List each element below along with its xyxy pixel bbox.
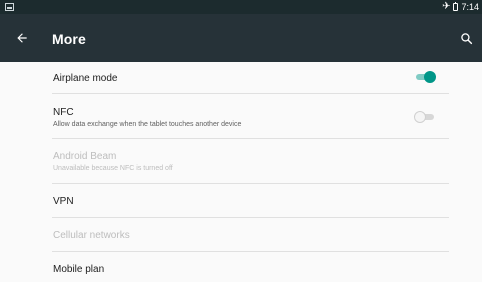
back-button[interactable] bbox=[12, 28, 32, 48]
vpn-row[interactable]: VPN bbox=[52, 185, 449, 218]
nfc-summary: Allow data exchange when the tablet touc… bbox=[53, 121, 242, 128]
cellular-networks-title: Cellular networks bbox=[53, 230, 130, 241]
airplane-icon: ✈ bbox=[442, 1, 451, 12]
status-time: 7:14 bbox=[461, 2, 479, 12]
status-bar: ✈ 7:14 bbox=[0, 0, 482, 14]
switch-thumb bbox=[424, 71, 436, 83]
vpn-title: VPN bbox=[53, 196, 74, 207]
android-beam-summary: Unavailable because NFC is turned off bbox=[53, 165, 173, 172]
airplane-mode-title: Airplane mode bbox=[53, 73, 118, 84]
android-beam-title: Android Beam bbox=[53, 151, 117, 162]
search-icon bbox=[460, 32, 472, 44]
airplane-mode-switch[interactable] bbox=[414, 71, 436, 83]
screenshot-icon bbox=[5, 3, 14, 11]
app-bar: More bbox=[0, 14, 482, 62]
page-title: More bbox=[52, 31, 86, 47]
search-button[interactable] bbox=[456, 28, 476, 48]
airplane-mode-row[interactable]: Airplane mode bbox=[52, 62, 449, 94]
mobile-plan-title: Mobile plan bbox=[53, 264, 105, 275]
switch-thumb bbox=[414, 111, 426, 123]
nfc-title: NFC bbox=[53, 107, 74, 118]
nfc-row[interactable]: NFC Allow data exchange when the tablet … bbox=[52, 95, 449, 139]
status-icons: ✈ 7:14 bbox=[442, 1, 479, 13]
mobile-plan-row[interactable]: Mobile plan bbox=[52, 253, 449, 282]
nfc-switch[interactable] bbox=[414, 111, 436, 123]
back-arrow-icon bbox=[17, 33, 27, 43]
android-beam-row: Android Beam Unavailable because NFC is … bbox=[52, 140, 449, 184]
cellular-networks-row: Cellular networks bbox=[52, 219, 449, 252]
battery-icon bbox=[453, 2, 459, 11]
